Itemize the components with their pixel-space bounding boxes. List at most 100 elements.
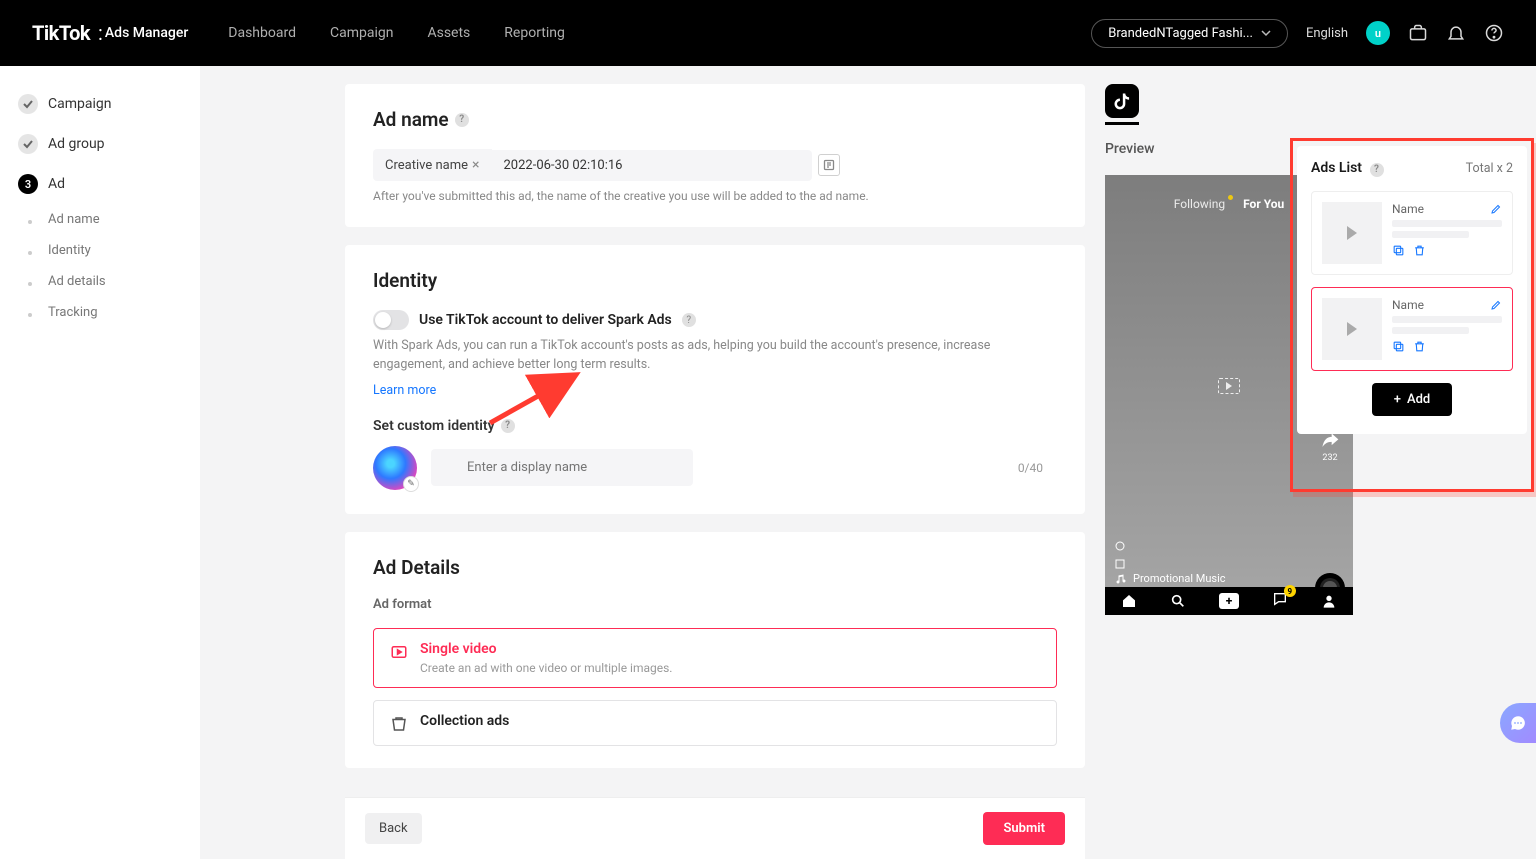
language-selector[interactable]: English (1306, 26, 1348, 41)
ad-thumbnail (1322, 202, 1382, 264)
edit-icon[interactable] (1490, 299, 1502, 311)
logo-divider: : (98, 21, 103, 45)
step-campaign[interactable]: Campaign (0, 84, 200, 124)
delete-icon[interactable] (1413, 244, 1426, 257)
ad-item-name: Name (1392, 202, 1424, 216)
step-label: Campaign (48, 96, 111, 112)
create-button[interactable]: + (1219, 593, 1239, 609)
info-icon[interactable]: ? (501, 419, 515, 433)
substep-ad-name[interactable]: Ad name (0, 204, 200, 235)
info-icon[interactable]: ? (682, 313, 696, 327)
preview-tab-underline (1105, 122, 1139, 125)
phone-bottom-nav: + 9 (1105, 587, 1353, 615)
left-sidebar: Campaign Ad group 3 Ad Ad name Identity … (0, 66, 200, 859)
profile-icon[interactable] (1321, 593, 1337, 609)
nav-campaign[interactable]: Campaign (330, 25, 393, 41)
account-name: BrandedNTagged Fashi... (1108, 26, 1253, 41)
check-icon (18, 94, 38, 114)
copy-icon[interactable] (1392, 340, 1405, 353)
step-ad[interactable]: 3 Ad (0, 164, 200, 204)
chat-fab[interactable] (1500, 703, 1536, 743)
chip-text: Creative name (385, 158, 468, 173)
home-icon[interactable] (1121, 593, 1137, 609)
display-name-input[interactable] (431, 449, 693, 486)
music-bar: Promotional Music (1115, 572, 1307, 585)
custom-identity-label: Set custom identity ? (373, 418, 1057, 434)
substep-identity[interactable]: Identity (0, 235, 200, 266)
ad-details-card: Ad Details Ad format Single video Create… (345, 532, 1085, 768)
ads-list-total: Total x 2 (1466, 161, 1513, 176)
custom-identity-text: Set custom identity (373, 418, 495, 434)
ad-name-title-text: Ad name (373, 108, 449, 131)
chevron-down-icon (1261, 28, 1271, 38)
identity-card: Identity Use TikTok account to deliver S… (345, 245, 1085, 514)
notification-dot-icon (1228, 195, 1233, 200)
for-you-tab[interactable]: For You (1243, 197, 1284, 211)
char-count: 0/40 (1018, 461, 1043, 475)
nav-reporting[interactable]: Reporting (504, 25, 565, 41)
delete-icon[interactable] (1413, 340, 1426, 353)
nav-assets[interactable]: Assets (427, 25, 470, 41)
creative-name-chip: Creative name × (373, 149, 492, 181)
step-ad-group[interactable]: Ad group (0, 124, 200, 164)
ad-name-card: Ad name ? Creative name × After you've s… (345, 84, 1085, 227)
briefcase-icon[interactable] (1408, 23, 1428, 43)
substep-tracking[interactable]: Tracking (0, 297, 200, 328)
ad-name-input[interactable] (492, 150, 812, 181)
edit-avatar-icon[interactable]: ✎ (403, 476, 419, 492)
header-right: BrandedNTagged Fashi... English u (1091, 19, 1504, 48)
format-title: Single video (420, 641, 672, 657)
plus-icon: + (1394, 392, 1401, 407)
nav-dashboard[interactable]: Dashboard (228, 25, 296, 41)
remove-chip-icon[interactable]: × (472, 157, 479, 173)
badge-count: 9 (1284, 585, 1296, 597)
info-icon[interactable]: ? (1370, 163, 1384, 177)
account-selector[interactable]: BrandedNTagged Fashi... (1091, 19, 1288, 48)
info-dot-icon (1115, 541, 1125, 551)
spark-ads-desc: With Spark Ads, you can run a TikTok acc… (373, 336, 1057, 375)
caption-info-icons (1115, 541, 1125, 569)
music-title: Promotional Music (1133, 572, 1226, 585)
play-icon (1347, 322, 1357, 336)
top-header: TikTok : Ads Manager Dashboard Campaign … (0, 0, 1536, 66)
bell-icon[interactable] (1446, 23, 1466, 43)
user-avatar[interactable]: u (1366, 21, 1390, 45)
ads-list-title: Ads List ? (1311, 160, 1384, 177)
spark-ads-toggle[interactable] (373, 310, 409, 330)
help-icon[interactable] (1484, 23, 1504, 43)
ad-thumbnail (1322, 298, 1382, 360)
info-icon[interactable]: ? (455, 113, 469, 127)
tiktok-icon[interactable] (1105, 84, 1139, 118)
identity-title: Identity (373, 269, 1057, 292)
video-icon (390, 643, 408, 661)
learn-more-link[interactable]: Learn more (373, 383, 436, 398)
edit-icon[interactable] (1490, 203, 1502, 215)
footer-bar: Back Submit (345, 797, 1085, 859)
format-single-video[interactable]: Single video Create an ad with one video… (373, 628, 1057, 688)
ad-details-title: Ad Details (373, 556, 1057, 579)
share-stat[interactable]: 232 (1320, 431, 1340, 463)
submit-button[interactable]: Submit (983, 812, 1065, 845)
following-tab[interactable]: Following (1174, 197, 1225, 211)
spark-ads-toggle-label: Use TikTok account to deliver Spark Ads (419, 312, 672, 328)
copy-icon[interactable] (1392, 244, 1405, 257)
back-button[interactable]: Back (365, 813, 422, 844)
add-ad-button[interactable]: + Add (1372, 383, 1453, 416)
add-button-label: Add (1407, 392, 1430, 407)
ad-item-name: Name (1392, 298, 1424, 312)
collection-icon (390, 715, 408, 733)
check-icon (18, 134, 38, 154)
identity-avatar[interactable]: ✎ (373, 446, 417, 490)
ad-name-template-icon[interactable] (818, 154, 840, 176)
inbox-icon[interactable]: 9 (1272, 591, 1288, 611)
ads-list-item[interactable]: Name (1311, 287, 1513, 371)
search-icon[interactable] (1170, 593, 1186, 609)
substep-ad-details[interactable]: Ad details (0, 266, 200, 297)
ads-list-item[interactable]: Name (1311, 191, 1513, 275)
ad-name-hint: After you've submitted this ad, the name… (373, 189, 1057, 203)
step-number-icon: 3 (18, 174, 38, 194)
chat-icon (1509, 714, 1527, 732)
logo: TikTok (32, 21, 90, 45)
format-collection-ads[interactable]: Collection ads (373, 700, 1057, 746)
share-count: 232 (1322, 453, 1337, 463)
